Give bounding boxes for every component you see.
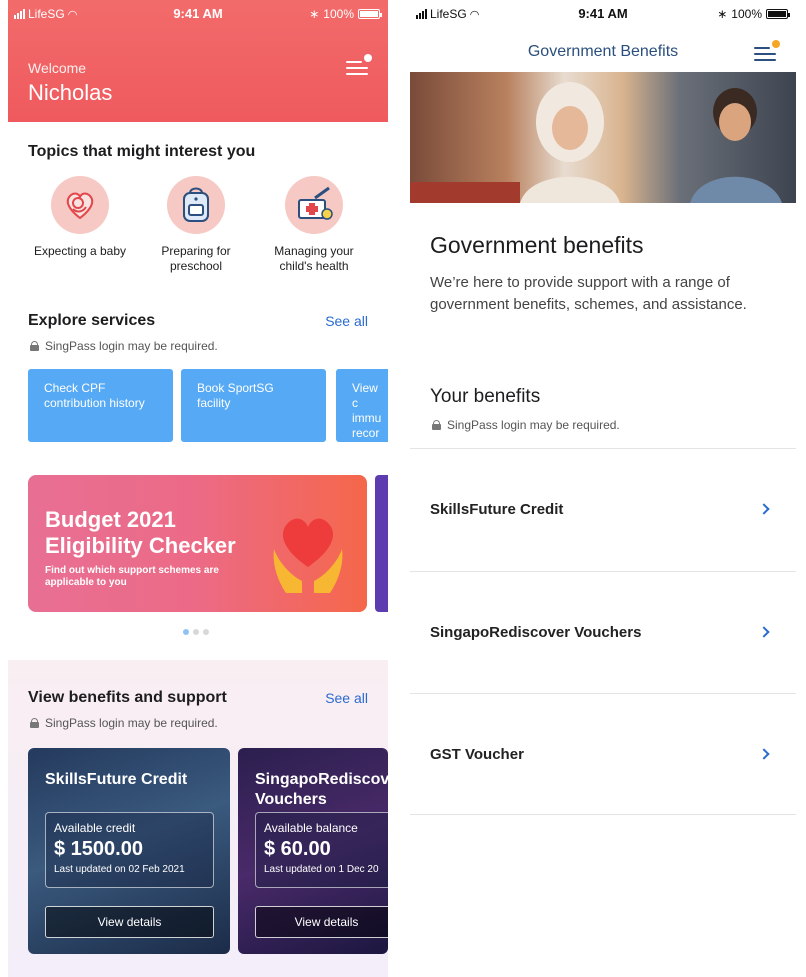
benefits-see-all-link[interactable]: See all [325,690,368,706]
credit-label: Available credit [54,821,136,835]
benefit-row-label: SingapoRediscover Vouchers [430,624,642,641]
battery-percent: 100% [323,7,354,21]
service-label: Book SportSG facility [197,381,274,410]
notification-dot [364,54,372,62]
chevron-right-icon [758,748,770,760]
battery-icon [358,9,382,19]
benefit-row-label: GST Voucher [430,746,524,763]
last-updated: Last updated on 1 Dec 20 [264,864,379,875]
balance-amount: $ 60.00 [264,838,331,860]
topic-label: Expecting a baby [33,244,127,258]
page-heading: Government benefits [430,232,644,258]
login-note-text: SingPass login may be required. [447,418,620,432]
service-card-sportsg[interactable]: Book SportSG facility [181,369,326,442]
government-benefits-screen: LifeSG ◠ 9:41 AM ∗ 100% Government Benef… [410,0,796,977]
last-updated: Last updated on 02 Feb 2021 [54,864,185,875]
carousel-pagination [183,629,209,635]
service-card-immunisation[interactable]: View c immu recor [336,369,388,442]
bluetooth-icon: ∗ [309,7,320,21]
chevron-right-icon [758,503,770,515]
heart-hands-icon [273,518,343,593]
card-title: SingapoRediscov Vouchers [255,771,388,808]
status-right: ∗ 100% [309,7,382,21]
topic-child-health[interactable]: Managing your child's health [264,176,364,274]
benefit-row-singaporediscovers[interactable]: SingapoRediscover Vouchers [410,571,796,693]
page-dot[interactable] [183,629,189,635]
welcome-header: LifeSG ◠ 9:41 AM ∗ 100% Welcome Nicholas [8,0,388,122]
benefits-title: View benefits and support [28,689,227,706]
view-details-button[interactable]: View details [255,906,388,938]
skillsfuture-card[interactable]: SkillsFuture Credit Available credit $ 1… [28,748,230,954]
topic-preschool[interactable]: Preparing for preschool [146,176,246,274]
banner-subtitle: Find out which support schemes are appli… [45,565,219,588]
lock-icon [432,420,441,430]
benefit-row-skillsfuture[interactable]: SkillsFuture Credit [410,448,796,570]
credit-box: Available credit $ 1500.00 Last updated … [45,812,214,888]
credit-amount: $ 1500.00 [54,838,143,860]
login-note-text: SingPass login may be required. [45,339,218,353]
battery-percent: 100% [731,7,762,21]
welcome-label: Welcome [28,60,87,76]
banner-title-line1: Budget 2021 [45,507,176,532]
next-banner-peek[interactable] [375,475,388,612]
service-card-cpf[interactable]: Check CPF contribution history [28,369,173,442]
service-label: View c immu recor [352,381,382,440]
singaporediscovers-card[interactable]: SingapoRediscov Vouchers Available balan… [238,748,388,954]
notification-dot [772,40,780,48]
budget-eligibility-banner[interactable]: Budget 2021 Eligibility Checker Find out… [28,475,367,612]
baby-icon [51,176,109,234]
services-see-all-link[interactable]: See all [325,313,368,329]
card-title: SkillsFuture Credit [45,771,188,788]
home-screen: LifeSG ◠ 9:41 AM ∗ 100% Welcome Nicholas… [8,0,388,977]
your-benefits-heading: Your benefits [430,386,541,407]
view-details-button[interactable]: View details [45,906,214,938]
nav-bar: LifeSG ◠ 9:41 AM ∗ 100% Government Benef… [410,0,796,72]
benefits-login-note: SingPass login may be required. [30,716,218,730]
people-photo-illustration [410,82,782,203]
banner-title-line2: Eligibility Checker [45,533,236,558]
page-dot[interactable] [203,629,209,635]
status-bar: LifeSG ◠ 9:41 AM ∗ 100% [410,0,796,28]
health-icon [285,176,343,234]
page-description: We’re here to provide support with a ran… [430,274,747,313]
topic-expecting-baby[interactable]: Expecting a baby [30,176,130,259]
balance-label: Available balance [264,821,358,835]
benefits-section: View benefits and support See all SingPa… [8,660,388,977]
topic-label: Preparing for preschool [161,244,231,273]
menu-icon[interactable] [754,40,780,62]
benefit-row-gst-voucher[interactable]: GST Voucher [410,693,796,815]
status-right: ∗ 100% [717,7,790,21]
backpack-icon [167,176,225,234]
topic-label: Managing your child's health [274,244,354,273]
menu-icon[interactable] [346,54,372,76]
benefits-login-note: SingPass login may be required. [432,418,620,432]
banner-title: Budget 2021 Eligibility Checker [45,507,236,559]
battery-icon [766,9,790,19]
page-dot[interactable] [193,629,199,635]
explore-services-title: Explore services [28,312,156,329]
user-name: Nicholas [28,80,113,105]
bluetooth-icon: ∗ [717,7,728,21]
nav-title: Government Benefits [527,43,679,60]
lock-icon [30,718,39,728]
benefit-row-label: SkillsFuture Credit [430,501,564,518]
chevron-right-icon [758,626,770,638]
service-label: Check CPF contribution history [44,381,145,410]
services-login-note: SingPass login may be required. [30,339,218,353]
topics-title: Topics that might interest you [28,143,256,160]
hero-photo [410,72,796,203]
lock-icon [30,341,39,351]
login-note-text: SingPass login may be required. [45,716,218,730]
status-bar: LifeSG ◠ 9:41 AM ∗ 100% [8,0,388,28]
balance-box: Available balance $ 60.00 Last updated o… [255,812,388,888]
